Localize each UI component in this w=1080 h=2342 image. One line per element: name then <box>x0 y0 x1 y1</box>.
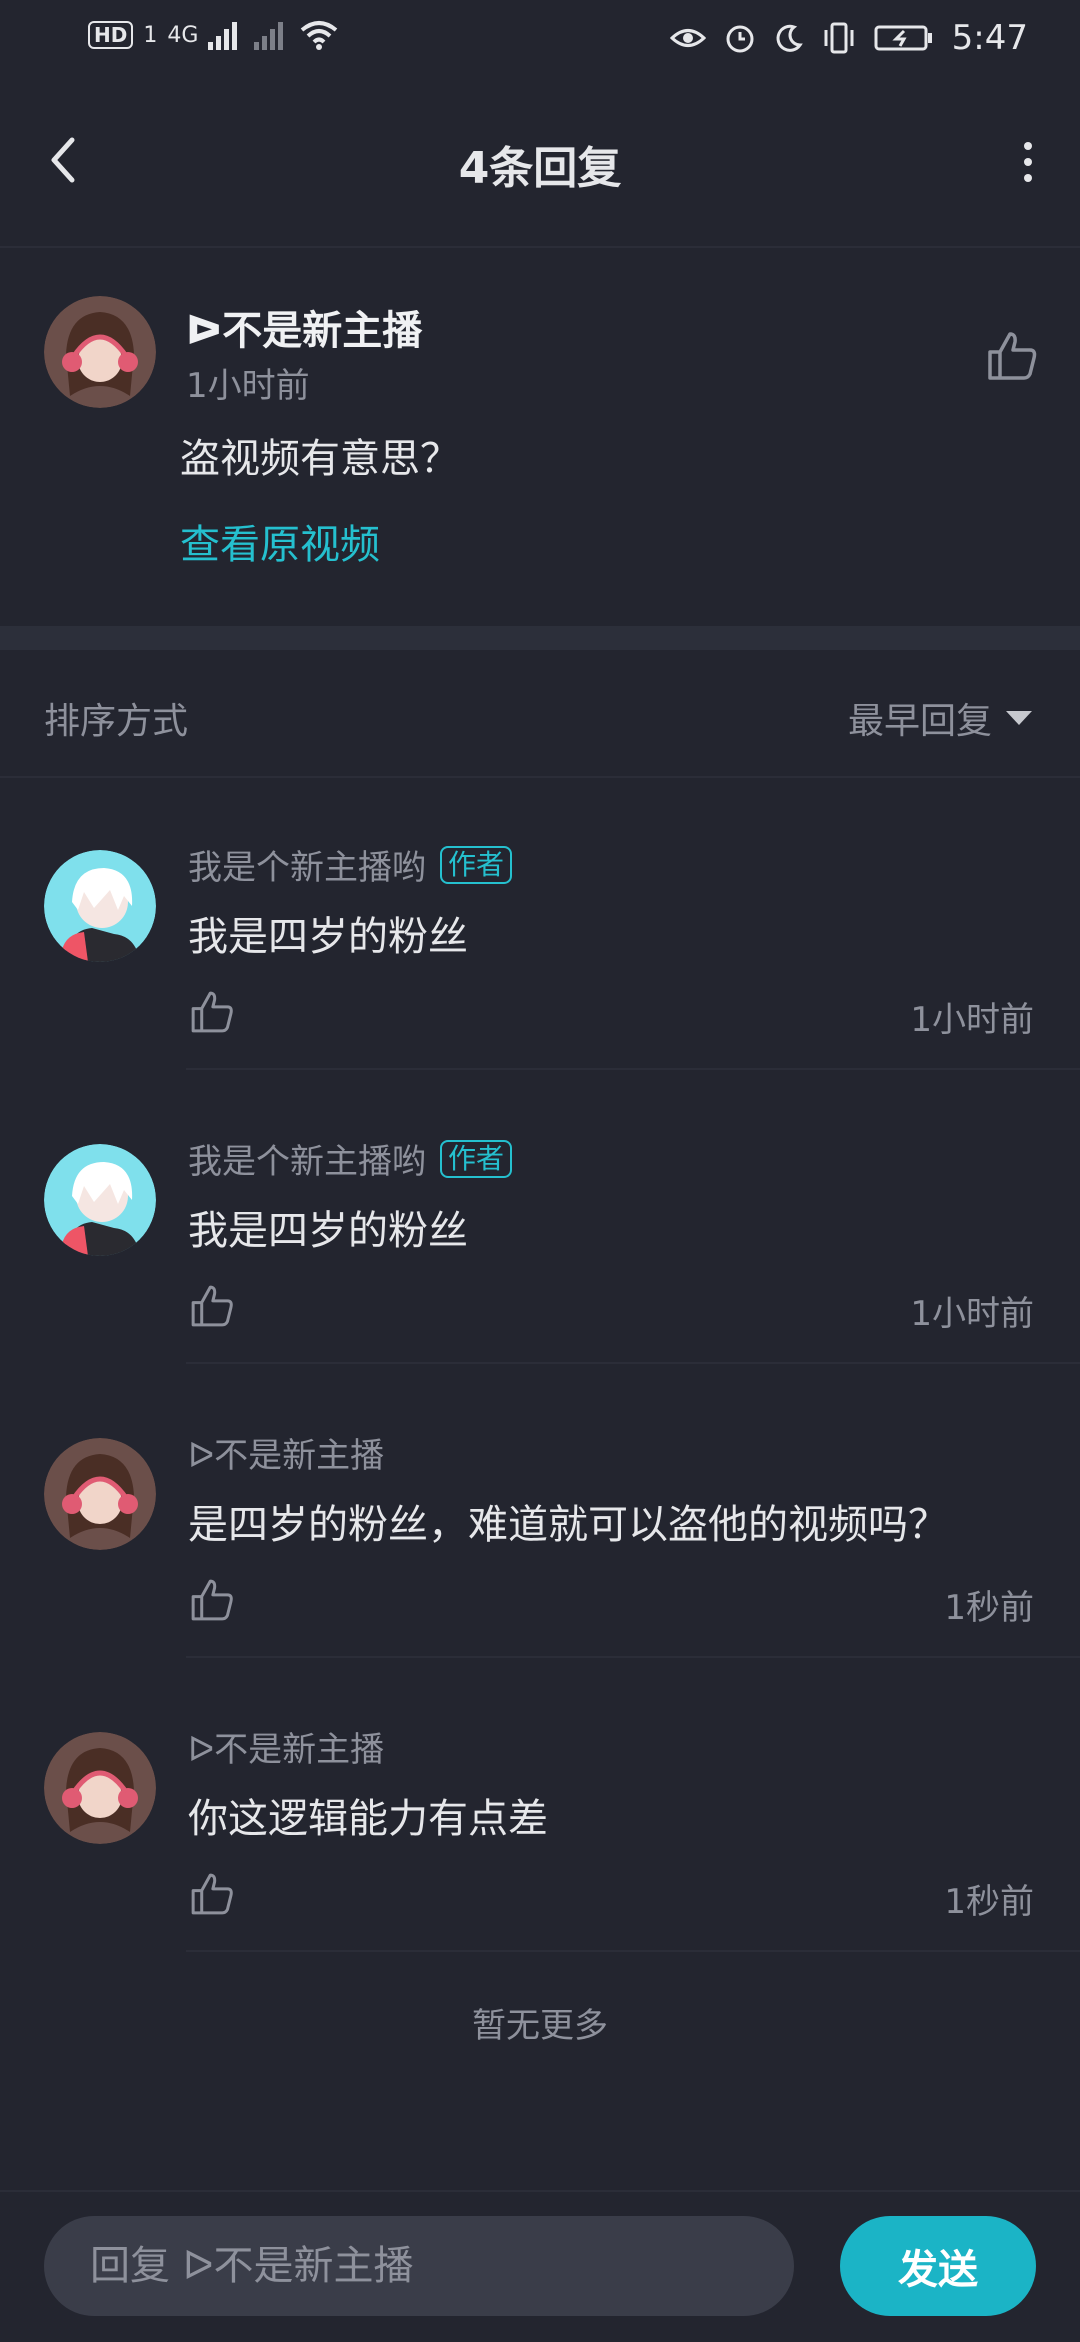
author-badge: 作者 <box>440 845 513 884</box>
reply-text: 你这逻辑能力有点差 <box>188 1796 548 1842</box>
sort-selected-value: 最早回复 <box>847 701 992 742</box>
caret-down-icon <box>1006 711 1032 725</box>
sort-label: 排序方式 <box>44 701 189 742</box>
section-divider <box>0 626 1080 650</box>
hd-indicator: HD <box>88 21 134 49</box>
network-type: 4G <box>167 22 199 48</box>
no-more-text: 暂无更多 <box>472 2006 608 2046</box>
top-bar: 4条回复 <box>0 80 1080 248</box>
sort-row: 排序方式 最早回复 <box>0 650 1080 778</box>
like-button[interactable] <box>188 1576 236 1624</box>
reply-text: 我是四岁的粉丝 <box>188 1208 468 1254</box>
reply-item: 我是个新主播哟 作者 我是四岁的粉丝 1小时前 <box>0 1070 1080 1364</box>
more-options-button[interactable] <box>1018 140 1038 184</box>
vibrate-icon <box>822 22 856 54</box>
reply-input-bar: 发送 <box>0 2190 1080 2342</box>
reply-input[interactable] <box>44 2216 794 2316</box>
comment-text: 盗视频有意思？ <box>180 436 460 482</box>
thumbs-up-icon <box>191 1285 233 1327</box>
headphone-girl-avatar[interactable] <box>44 1438 156 1550</box>
wifi-icon <box>300 20 338 50</box>
send-button[interactable]: 发送 <box>840 2216 1036 2316</box>
more-vertical-icon <box>1024 142 1032 182</box>
reply-username[interactable]: 我是个新主播哟 <box>188 1134 426 1183</box>
thumbs-up-icon <box>191 1579 233 1621</box>
like-button[interactable] <box>188 988 236 1036</box>
reply-username[interactable]: ᐅ不是新主播 <box>188 1428 384 1477</box>
status-bar: HD 1 4G 5:47 <box>0 0 1080 80</box>
reply-user-line: ᐅ不是新主播 <box>188 1722 384 1771</box>
thumbs-up-icon <box>988 332 1037 380</box>
reply-user-line: ᐅ不是新主播 <box>188 1428 384 1477</box>
alarm-icon <box>724 22 756 54</box>
reply-user-line: 我是个新主播哟 作者 <box>188 1134 513 1183</box>
reply-time: 1秒前 <box>944 1588 1034 1628</box>
signal-icon <box>208 20 244 50</box>
reply-item: ᐅ不是新主播 是四岁的粉丝，难道就可以盗他的视频吗？ 1秒前 <box>0 1364 1080 1658</box>
thumbs-up-icon <box>191 1873 233 1915</box>
reply-time: 1秒前 <box>944 1882 1034 1922</box>
divider <box>186 1950 1080 1952</box>
signal-off-icon <box>254 20 290 50</box>
status-left: HD 1 4G <box>88 20 338 50</box>
eye-icon <box>669 23 706 53</box>
reply-item: ᐅ不是新主播 你这逻辑能力有点差 1秒前 <box>0 1658 1080 1952</box>
root-comment: ᐅ不是新主播 1小时前 盗视频有意思？ 查看原视频 <box>0 246 1080 626</box>
view-original-video-link[interactable]: 查看原视频 <box>180 512 380 570</box>
sim-indicator: 1 <box>143 22 158 48</box>
reply-text: 是四岁的粉丝，难道就可以盗他的视频吗？ <box>188 1502 948 1548</box>
reply-text: 我是四岁的粉丝 <box>188 914 468 960</box>
reply-time: 1小时前 <box>910 1000 1034 1040</box>
thumbs-up-icon <box>191 991 233 1033</box>
like-button[interactable] <box>188 1282 236 1330</box>
moon-icon <box>774 23 804 53</box>
comment-username[interactable]: ᐅ不是新主播 <box>186 298 422 356</box>
reply-username[interactable]: 我是个新主播哟 <box>188 840 426 889</box>
white-hair-avatar[interactable] <box>44 1144 156 1256</box>
status-right: 5:47 <box>669 18 1028 58</box>
like-button[interactable] <box>984 328 1040 384</box>
reply-item: 我是个新主播哟 作者 我是四岁的粉丝 1小时前 <box>0 776 1080 1070</box>
comment-time: 1小时前 <box>186 366 310 406</box>
headphone-girl-avatar[interactable] <box>44 296 156 408</box>
clock: 5:47 <box>951 18 1028 58</box>
white-hair-avatar[interactable] <box>44 850 156 962</box>
headphone-girl-avatar[interactable] <box>44 1732 156 1844</box>
reply-user-line: 我是个新主播哟 作者 <box>188 840 513 889</box>
like-button[interactable] <box>188 1870 236 1918</box>
reply-time: 1小时前 <box>910 1294 1034 1334</box>
sort-dropdown[interactable]: 最早回复 <box>848 692 1032 744</box>
page-title: 4条回复 <box>458 143 622 194</box>
author-badge: 作者 <box>440 1139 513 1178</box>
reply-username[interactable]: ᐅ不是新主播 <box>188 1722 384 1771</box>
battery-charging-icon <box>874 23 934 53</box>
